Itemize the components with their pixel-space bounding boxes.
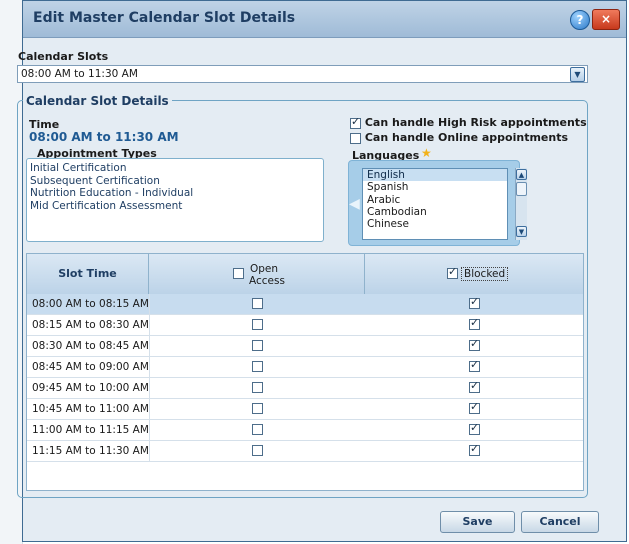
high-risk-label: Can handle High Risk appointments [364,116,587,129]
help-icon[interactable]: ? [570,10,590,30]
slot-time-cell: 08:00 AM to 08:15 AM [32,298,149,310]
slot-time-cell: 09:45 AM to 10:00 AM [32,382,149,394]
language-item-cambodian[interactable]: Cambodian [363,206,507,218]
open-access-checkbox[interactable] [252,445,263,456]
blocked-checkbox[interactable] [469,421,480,435]
appointment-types-list: Initial Certification Subsequent Certifi… [26,158,324,242]
languages-listbox[interactable]: English Spanish Arabic Cambodian Chinese [362,168,508,240]
open-access-checkbox[interactable] [252,403,263,414]
list-item: Nutrition Education - Individual [30,187,194,199]
column-divider [149,336,150,357]
calendar-slots-label: Calendar Slots [18,50,109,63]
blocked-header-label: Blocked [461,267,509,281]
save-button[interactable]: Save [440,511,515,533]
column-header-open-access: Open Access [149,254,365,294]
table-row[interactable]: 11:15 AM to 11:30 AM [27,441,583,462]
blocked-checkbox[interactable] [469,358,480,372]
column-header-slot-time[interactable]: Slot Time [27,254,149,294]
language-item-arabic[interactable]: Arabic [363,194,507,206]
open-access-checkbox[interactable] [252,361,263,372]
open-access-checkbox[interactable] [252,319,263,330]
star-icon: ★ [421,146,432,160]
dialog-title: Edit Master Calendar Slot Details [33,10,296,26]
list-item: Mid Certification Assessment [30,199,183,212]
scroll-down-icon[interactable]: ▼ [516,226,527,237]
column-header-blocked: Blocked [365,254,583,294]
open-access-checkbox[interactable] [252,298,263,309]
time-value: 08:00 AM to 11:30 AM [29,130,179,144]
column-divider [149,357,150,378]
grid-header: Slot Time Open Access Blocked [27,254,583,295]
online-checkbox[interactable] [350,132,361,144]
column-divider [149,294,150,315]
blocked-checkbox[interactable] [469,442,480,456]
scroll-up-icon[interactable]: ▲ [516,169,527,180]
dialog-titlebar: Edit Master Calendar Slot Details ? × [23,1,626,38]
slot-time-cell: 08:30 AM to 08:45 AM [32,340,149,352]
high-risk-checkbox[interactable] [350,115,361,129]
blocked-checkbox[interactable] [469,379,480,393]
slot-grid: Slot Time Open Access Blocked 08:00 AM t… [26,253,584,491]
table-row[interactable]: 11:00 AM to 11:15 AM [27,420,583,441]
table-row[interactable]: 08:15 AM to 08:30 AM [27,315,583,336]
blocked-checkbox[interactable] [469,295,480,309]
table-row[interactable]: 08:30 AM to 08:45 AM [27,336,583,357]
cancel-button[interactable]: Cancel [521,511,599,533]
slot-time-cell: 11:00 AM to 11:15 AM [32,424,149,436]
open-access-checkbox[interactable] [252,382,263,393]
list-item: Subsequent Certification [30,174,160,187]
open-access-checkbox[interactable] [252,340,263,351]
column-divider [149,378,150,399]
blocked-checkbox[interactable] [469,316,480,330]
table-row[interactable]: 08:45 AM to 09:00 AM [27,357,583,378]
open-access-checkbox[interactable] [252,424,263,435]
chevron-down-icon[interactable]: ▼ [570,67,585,82]
blocked-all-checkbox[interactable] [447,265,458,279]
close-icon[interactable]: × [592,9,620,30]
chevron-left-icon: ◀ [349,196,360,212]
slot-time-cell: 10:45 AM to 11:00 AM [32,403,149,415]
scroll-thumb[interactable] [516,182,527,196]
column-divider [149,399,150,420]
calendar-slot-details-legend: Calendar Slot Details [23,94,172,108]
online-option[interactable]: Can handle Online appointments [350,131,568,144]
slot-time-cell: 08:45 AM to 09:00 AM [32,361,149,373]
slot-time-cell: 08:15 AM to 08:30 AM [32,319,149,331]
table-row[interactable]: 09:45 AM to 10:00 AM [27,378,583,399]
calendar-slots-select[interactable]: 08:00 AM to 11:30 AM ▼ [17,65,588,83]
languages-scrollbar[interactable]: ▲ ▼ [515,168,527,240]
column-divider [149,315,150,336]
high-risk-option[interactable]: Can handle High Risk appointments [350,115,587,129]
calendar-slots-value: 08:00 AM to 11:30 AM [21,68,138,80]
table-row[interactable]: 08:00 AM to 08:15 AM [27,294,583,315]
list-item: Initial Certification [30,162,127,174]
open-access-header-label: Open Access [249,263,285,287]
open-access-all-checkbox[interactable] [233,268,244,279]
blocked-checkbox[interactable] [469,337,480,351]
blocked-checkbox[interactable] [469,400,480,414]
column-divider [149,441,150,462]
language-item-spanish[interactable]: Spanish [363,181,507,193]
column-divider [149,420,150,441]
language-item-english[interactable]: English [363,169,507,182]
table-row[interactable]: 10:45 AM to 11:00 AM [27,399,583,420]
slot-time-cell: 11:15 AM to 11:30 AM [32,445,149,457]
language-item-chinese[interactable]: Chinese [363,218,507,230]
online-label: Can handle Online appointments [364,131,569,144]
